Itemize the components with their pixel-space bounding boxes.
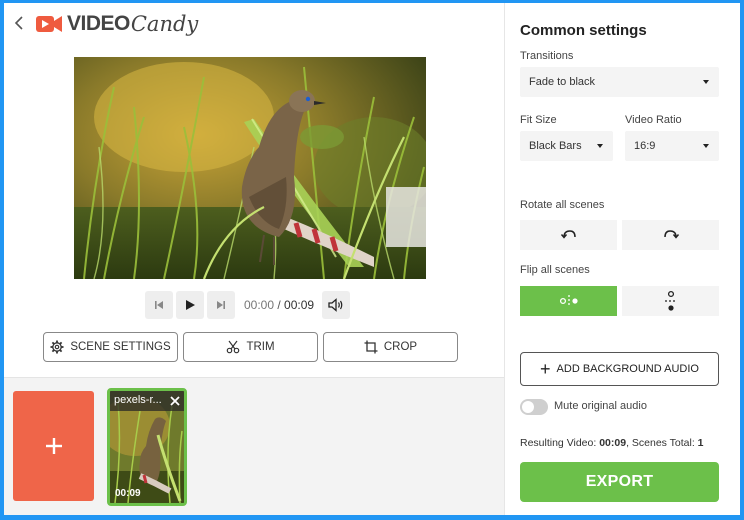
play-icon — [186, 300, 195, 310]
skip-forward-icon — [217, 301, 225, 309]
video-camera-icon — [36, 16, 62, 32]
video-frame-image — [74, 57, 426, 279]
scene-name-text: pexels-r... — [114, 394, 162, 406]
chevron-down-icon — [703, 80, 709, 84]
crop-label: CROP — [383, 341, 418, 353]
trim-label: TRIM — [246, 341, 275, 353]
rotate-left-icon — [560, 230, 576, 239]
play-button[interactable] — [176, 291, 204, 319]
scissors-icon — [227, 340, 240, 354]
toggle-knob — [522, 401, 534, 413]
plus-icon: + — [540, 359, 551, 379]
logo-text-candy: Candy — [130, 12, 199, 36]
volume-icon — [328, 298, 343, 312]
result-prefix: Resulting Video: — [520, 437, 600, 449]
back-button[interactable] — [10, 12, 28, 34]
gear-icon — [50, 340, 64, 354]
add-background-audio-button[interactable]: + ADD BACKGROUND AUDIO — [520, 352, 719, 386]
rotate-label: Rotate all scenes — [520, 199, 605, 211]
panel-title: Common settings — [520, 22, 647, 39]
time-display: 00:00 / 00:09 — [244, 298, 314, 312]
result-scenes: 1 — [697, 437, 704, 449]
result-summary: Resulting Video: 00:09, Scenes Total: 1 — [520, 437, 704, 449]
fit-size-value: Black Bars — [529, 140, 582, 152]
time-separator: / — [274, 298, 285, 312]
crop-icon — [364, 340, 378, 354]
video-ratio-value: 16:9 — [634, 140, 656, 152]
video-ratio-select[interactable]: 16:9 — [625, 131, 719, 161]
scene-timeline: pexels-r... 00:09 — [4, 377, 504, 515]
transitions-select[interactable]: Fade to black — [520, 67, 719, 97]
export-button[interactable]: EXPORT — [520, 462, 719, 502]
volume-button[interactable] — [322, 291, 351, 319]
editor-area: VIDEO Candy 00:00 / 00:09 SCENE SETTINGS… — [4, 3, 504, 515]
video-preview[interactable] — [74, 57, 426, 279]
next-button[interactable] — [207, 291, 235, 319]
rotate-right-button[interactable] — [622, 220, 719, 250]
rotate-right-icon — [663, 230, 679, 239]
player-controls: 00:00 / 00:09 — [145, 290, 353, 320]
rotate-left-button[interactable] — [520, 220, 617, 250]
scene-thumbnail[interactable]: pexels-r... 00:09 — [107, 388, 187, 506]
skip-back-icon — [155, 301, 163, 309]
scene-duration: 00:09 — [115, 488, 141, 499]
scene-actions: SCENE SETTINGS TRIM CROP — [43, 332, 463, 362]
add-scene-button[interactable] — [13, 391, 94, 501]
mute-toggle[interactable] — [520, 399, 548, 415]
result-duration: 00:09 — [599, 437, 627, 449]
logo[interactable]: VIDEO Candy — [35, 10, 198, 38]
export-label: EXPORT — [585, 473, 654, 490]
trim-button[interactable]: TRIM — [183, 332, 318, 362]
flip-horizontal-icon — [559, 295, 578, 307]
video-ratio-label: Video Ratio — [625, 114, 682, 126]
result-mid: , Scenes Total: — [626, 437, 698, 449]
flip-vertical-icon — [664, 290, 677, 311]
mute-label: Mute original audio — [554, 400, 647, 412]
close-icon — [170, 396, 180, 406]
fit-size-label: Fit Size — [520, 114, 557, 126]
flip-vertical-button[interactable] — [622, 286, 719, 316]
flip-horizontal-button[interactable] — [520, 286, 617, 316]
add-background-audio-label: ADD BACKGROUND AUDIO — [556, 363, 699, 375]
fit-size-select[interactable]: Black Bars — [520, 131, 613, 161]
current-time: 00:00 — [244, 298, 275, 312]
plus-icon — [45, 438, 62, 454]
scene-settings-button[interactable]: SCENE SETTINGS — [43, 332, 178, 362]
flip-label: Flip all scenes — [520, 264, 590, 276]
logo-text-video: VIDEO — [67, 12, 130, 35]
previous-button[interactable] — [145, 291, 173, 319]
settings-panel: Common settings Transitions Fade to blac… — [504, 3, 740, 515]
app-window: VIDEO Candy 00:00 / 00:09 SCENE SETTINGS… — [4, 3, 740, 515]
crop-button[interactable]: CROP — [323, 332, 458, 362]
scene-settings-label: SCENE SETTINGS — [70, 341, 171, 353]
chevron-down-icon — [597, 144, 603, 148]
chevron-down-icon — [703, 144, 709, 148]
total-time: 00:09 — [284, 298, 315, 312]
remove-scene-button[interactable] — [170, 393, 180, 409]
chevron-left-icon — [14, 16, 23, 30]
top-bar: VIDEO Candy — [4, 3, 504, 45]
transitions-label: Transitions — [520, 50, 574, 62]
transitions-value: Fade to black — [529, 76, 596, 88]
